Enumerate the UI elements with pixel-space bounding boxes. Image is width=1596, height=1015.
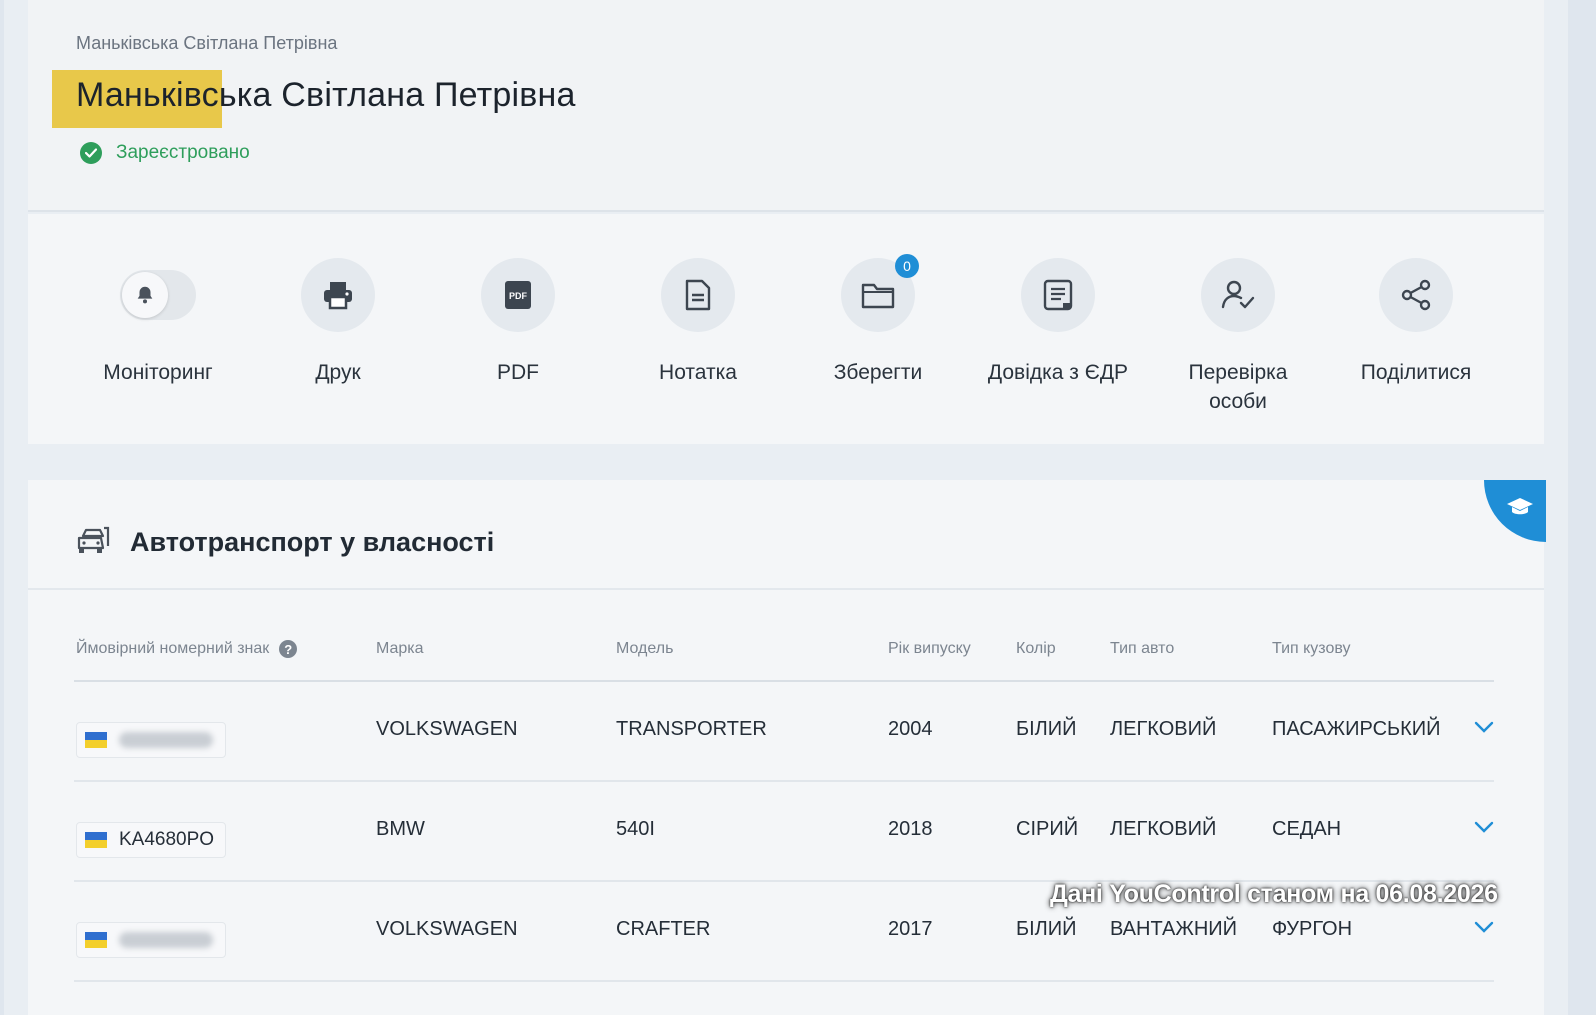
license-plate xyxy=(76,722,226,758)
plate-hidden xyxy=(119,932,213,948)
save-button[interactable]: 0 Зберегти xyxy=(798,254,958,387)
action-label: Довідка з ЄДР xyxy=(987,361,1129,384)
plate-hidden xyxy=(119,732,213,748)
column-header-plate: Ймовірний номерний знак ? xyxy=(76,640,298,658)
edr-report-button[interactable]: Довідка з ЄДР xyxy=(978,258,1138,387)
ukraine-flag-icon xyxy=(85,832,107,848)
toggle-switch[interactable] xyxy=(120,270,196,320)
year-cell: 2004 xyxy=(888,718,933,740)
type-cell: ВАНТАЖНИЙ xyxy=(1110,918,1238,940)
app-frame: Маньківська Світлана Петрівна Маньківськ… xyxy=(4,0,1568,1015)
document-icon xyxy=(1021,258,1095,332)
bell-icon xyxy=(122,272,168,318)
column-header-year: Рік випуску xyxy=(888,640,971,657)
brand-cell: VOLKSWAGEN xyxy=(376,918,518,940)
breadcrumb[interactable]: Маньківська Світлана Петрівна xyxy=(76,33,337,54)
help-icon[interactable]: ? xyxy=(279,640,298,658)
column-header-brand: Марка xyxy=(376,640,424,657)
status-badge: Зареєстровано xyxy=(80,142,250,164)
monitoring-toggle[interactable]: Моніторинг xyxy=(78,258,238,387)
column-header-color: Колір xyxy=(1016,640,1056,657)
table-row[interactable]: VOLKSWAGEN TRANSPORTER 2004 БІЛИЙ ЛЕГКОВ… xyxy=(74,682,1494,782)
column-header-model: Модель xyxy=(616,640,674,657)
brand-cell: VOLKSWAGEN xyxy=(376,718,518,740)
type-cell: ЛЕГКОВИЙ xyxy=(1110,718,1217,740)
model-cell: 540I xyxy=(616,818,655,840)
pdf-button[interactable]: PDF PDF xyxy=(438,258,598,387)
license-plate xyxy=(76,922,226,958)
column-header-body: Тип кузову xyxy=(1272,640,1351,657)
type-cell: ЛЕГКОВИЙ xyxy=(1110,818,1217,840)
plate-number: KA4680PO xyxy=(119,829,215,850)
body-cell: ФУРГОН xyxy=(1272,918,1353,940)
action-label: Друк xyxy=(315,361,361,384)
ukraine-flag-icon xyxy=(85,932,107,948)
page-title: Маньківська Світлана Петрівна xyxy=(76,76,576,114)
column-header-type: Тип авто xyxy=(1110,640,1175,657)
year-cell: 2018 xyxy=(888,818,933,840)
divider xyxy=(28,588,1544,590)
model-cell: CRAFTER xyxy=(616,918,711,940)
model-cell: TRANSPORTER xyxy=(616,718,767,740)
check-circle-icon xyxy=(80,142,102,164)
year-cell: 2017 xyxy=(888,918,933,940)
profile-header: Маньківська Світлана Петрівна Маньківськ… xyxy=(28,0,1544,212)
person-check-button[interactable]: Перевірка особи xyxy=(1158,258,1318,416)
chevron-down-icon[interactable] xyxy=(1474,720,1494,738)
pdf-icon: PDF xyxy=(481,258,555,332)
color-cell: СІРИЙ xyxy=(1016,818,1079,840)
source-watermark: Дані YouControl станом на 06.08.2026 xyxy=(1050,880,1498,908)
section-title: Автотранспорт у власності xyxy=(130,527,495,557)
action-label: Зберегти xyxy=(833,361,923,384)
brand-cell: BMW xyxy=(376,818,425,840)
status-text: Зареєстровано xyxy=(116,142,250,163)
action-label: Нотатка xyxy=(659,361,737,384)
svg-text:PDF: PDF xyxy=(509,291,528,301)
action-label: Поділитися xyxy=(1360,361,1472,384)
chevron-down-icon[interactable] xyxy=(1474,920,1494,938)
person-check-icon xyxy=(1201,258,1275,332)
color-cell: БІЛИЙ xyxy=(1016,718,1077,740)
actions-toolbar: Моніторинг Друк PDF PDF Нотатка 0 Зберег… xyxy=(28,214,1544,444)
car-icon xyxy=(76,524,110,561)
table-row[interactable]: KA4680PO BMW 540I 2018 СІРИЙ ЛЕГКОВИЙ СЕ… xyxy=(74,782,1494,882)
note-icon xyxy=(661,258,735,332)
color-cell: БІЛИЙ xyxy=(1016,918,1077,940)
body-cell: ПАСАЖИРСЬКИЙ xyxy=(1272,718,1441,740)
chevron-down-icon[interactable] xyxy=(1474,820,1494,838)
share-icon xyxy=(1379,258,1453,332)
printer-icon xyxy=(301,258,375,332)
action-label: PDF xyxy=(497,361,539,384)
column-header-label: Ймовірний номерний знак xyxy=(76,640,270,657)
ukraine-flag-icon xyxy=(85,732,107,748)
license-plate: KA4680PO xyxy=(76,822,226,858)
note-button[interactable]: Нотатка xyxy=(618,258,778,387)
action-label: Перевірка особи xyxy=(1188,361,1288,413)
body-cell: СЕДАН xyxy=(1272,818,1342,840)
action-label: Моніторинг xyxy=(103,361,213,384)
vehicles-section: Автотранспорт у власності Ймовірний номе… xyxy=(28,480,1546,1015)
graduation-cap-icon[interactable] xyxy=(1484,480,1546,542)
share-button[interactable]: Поділитися xyxy=(1336,258,1496,387)
saved-count-badge: 0 xyxy=(895,254,919,278)
print-button[interactable]: Друк xyxy=(258,258,418,387)
folder-icon: 0 xyxy=(841,254,919,332)
section-header: Автотранспорт у власності xyxy=(76,524,494,561)
